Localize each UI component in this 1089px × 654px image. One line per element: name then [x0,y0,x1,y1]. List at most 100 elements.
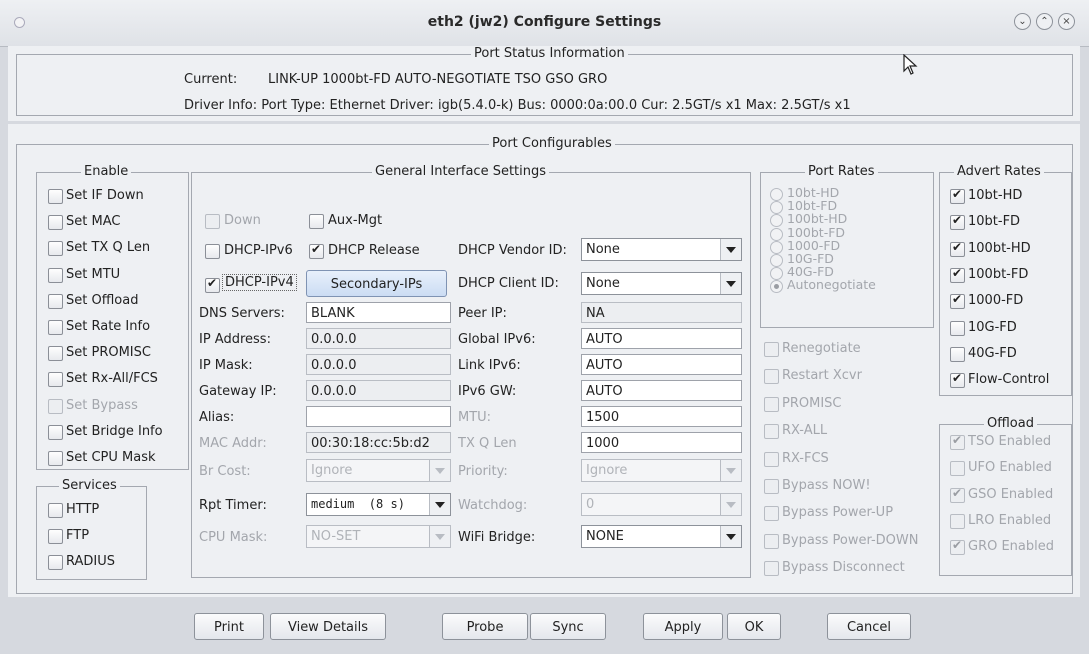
peer-ip-label: Peer IP: [458,306,507,321]
dhcp-ipv6-checkbox[interactable] [205,244,220,259]
watchdog-select[interactable]: 0 [581,493,742,516]
1000-fd-checkbox[interactable] [950,292,965,310]
renegotiate-checkbox[interactable] [764,342,779,357]
port-status-panel: Port Status Information Current: LINK-UP… [8,46,1080,121]
bypass-power-down-checkbox[interactable] [764,533,779,549]
dhcp-vendor-id-value: None [586,242,620,257]
chevron-down-icon [429,494,450,515]
link-ipv6-label: Link IPv6: [458,358,521,373]
tso-enabled-label: TSO Enabled [968,434,1052,449]
dhcp-ipv4-checkbox[interactable] [205,276,220,293]
alias-input[interactable] [306,406,451,427]
dhcp-client-id-label: DHCP Client ID: [458,276,559,291]
gro-enabled-checkbox[interactable] [950,538,965,556]
promisc-checkbox[interactable] [764,396,779,412]
cpu-mask-value: NO-SET [311,529,361,544]
flow-control-checkbox[interactable] [950,371,965,389]
aux-mgt-checkbox[interactable] [309,214,324,229]
lro-enabled-checkbox[interactable] [950,513,965,529]
tx-q-len-input[interactable]: 1000 [581,432,742,453]
offload-title: Offload [984,416,1037,431]
10bt-hd-radio[interactable] [770,188,783,201]
set-promisc-checkbox[interactable] [48,346,63,362]
cancel-button[interactable]: Cancel [827,613,911,640]
probe-button[interactable]: Probe [442,613,528,640]
cpu-mask-select[interactable]: NO-SET [306,525,451,548]
mac-addr-input[interactable]: 00:30:18:cc:5b:d2 [306,432,451,453]
peer-ip-input[interactable]: NA [581,302,742,323]
10bt-fd-checkbox[interactable] [950,213,965,231]
br-cost-select[interactable]: Ignore [306,459,451,482]
http-label: HTTP [66,502,100,517]
set-offload-checkbox[interactable] [48,293,63,309]
view-details-button[interactable]: View Details [270,613,386,640]
wifi-bridge-select[interactable]: NONE [581,525,742,548]
set-cpu-mask-label: Set CPU Mask [66,450,156,465]
down-checkbox[interactable] [205,214,220,229]
ok-button[interactable]: OK [727,613,781,640]
set-cpu-mask-checkbox[interactable] [48,451,63,466]
maximize-icon[interactable]: ⌃ [1036,13,1053,30]
set-mac-checkbox[interactable] [48,215,63,231]
set-if-down-checkbox[interactable] [48,189,63,204]
set-offload-label: Set Offload [66,292,139,308]
mtu-input[interactable]: 1500 [581,406,742,427]
gateway-ip-input[interactable]: 0.0.0.0 [306,380,451,401]
10g-fd-radio[interactable] [770,254,783,267]
ip-address-input[interactable]: 0.0.0.0 [306,328,451,349]
10bt-hd-checkbox[interactable] [950,187,965,204]
dhcp-release-label: DHCP Release [328,243,420,258]
dhcp-ipv6-label: DHCP-IPv6 [224,243,293,258]
sync-button[interactable]: Sync [530,613,606,640]
100bt-fd-radio[interactable] [770,227,783,241]
10g-fd-checkbox[interactable] [950,320,965,336]
set-bridge-info-checkbox[interactable] [48,424,63,440]
apply-button[interactable]: Apply [643,613,723,640]
dhcp-vendor-id-select[interactable]: None [581,238,742,261]
rx-all-checkbox[interactable] [764,424,779,440]
set-rate-info-checkbox[interactable] [48,320,63,335]
100bt-fd-checkbox[interactable] [950,266,965,283]
advert-rates-group: Advert Rates [939,164,1072,396]
set-rx-all-fcs-checkbox[interactable] [48,372,63,388]
port-status-title: Port Status Information [471,46,628,61]
ufo-enabled-checkbox[interactable] [950,461,965,477]
set-tx-q-len-label: Set TX Q Len [66,240,151,256]
chevron-down-icon [429,526,450,547]
dhcp-release-checkbox[interactable] [309,242,324,259]
global-ipv6-input[interactable]: AUTO [581,328,742,349]
dhcp-client-id-select[interactable]: None [581,272,742,295]
priority-select[interactable]: Ignore [581,459,742,482]
priority-label: Priority: [458,464,508,479]
http-checkbox[interactable] [48,503,63,518]
driver-info: Driver Info: Port Type: Ethernet Driver:… [184,98,851,113]
bypass-now-checkbox[interactable] [764,479,779,494]
tso-enabled-checkbox[interactable] [950,433,965,450]
print-button[interactable]: Print [194,613,264,640]
restart-xcvr-checkbox[interactable] [764,369,779,385]
ftp-checkbox[interactable] [48,529,63,544]
bypass-disconnect-checkbox[interactable] [764,561,779,577]
dns-servers-input[interactable]: BLANK [306,302,451,323]
close-icon[interactable]: × [1058,13,1075,30]
gso-enabled-checkbox[interactable] [950,486,965,503]
secondary-ips-button[interactable]: Secondary-IPs [306,270,447,297]
watchdog-value: 0 [586,497,595,512]
set-mtu-checkbox[interactable] [48,267,63,283]
minimize-icon[interactable]: ⌄ [1014,13,1031,30]
bypass-power-up-checkbox[interactable] [764,506,779,522]
mtu-label: MTU: [458,410,492,425]
set-if-down-label: Set IF Down [66,188,144,203]
rx-fcs-checkbox[interactable] [764,451,779,467]
1000-fd-radio[interactable] [770,240,783,254]
100bt-hd-checkbox[interactable] [950,240,965,257]
radius-checkbox[interactable] [48,555,63,570]
ipv6-gw-input[interactable]: AUTO [581,380,742,401]
set-bypass-checkbox[interactable] [48,398,63,414]
set-tx-q-len-checkbox[interactable] [48,241,63,257]
ipv6-gw-label: IPv6 GW: [458,384,517,399]
rpt-timer-select[interactable]: medium (8 s) [306,493,451,516]
ip-mask-input[interactable]: 0.0.0.0 [306,354,451,375]
link-ipv6-input[interactable]: AUTO [581,354,742,375]
40g-fd-checkbox[interactable] [950,346,965,362]
